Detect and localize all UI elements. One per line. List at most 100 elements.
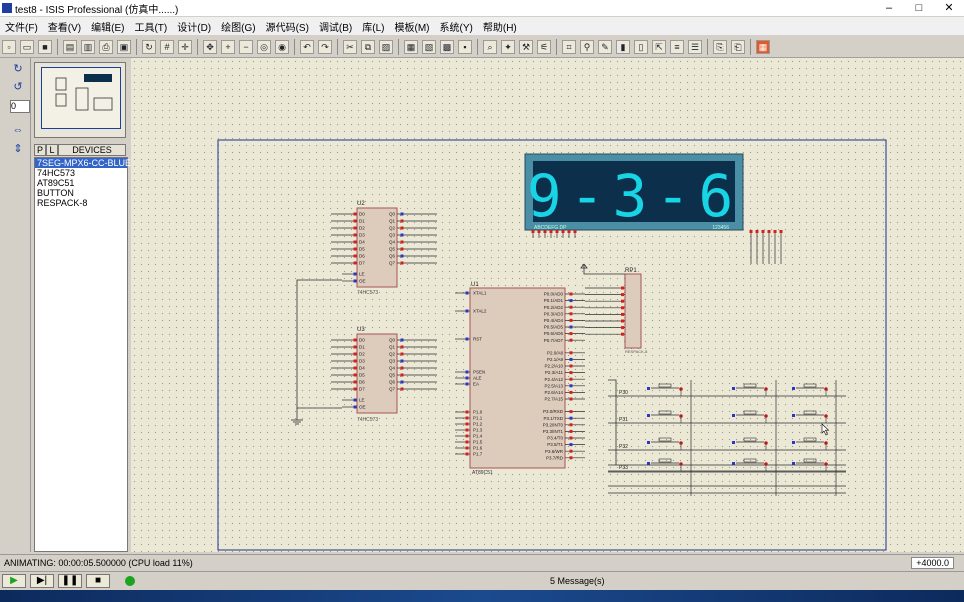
wire-autorouter-icon[interactable]: ⌗	[562, 40, 576, 54]
device-item[interactable]: AT89C51	[35, 178, 127, 188]
property-assign-icon[interactable]: ✎	[598, 40, 612, 54]
latch-output-pin-state	[400, 254, 404, 258]
pick-device-icon[interactable]: ⌕	[483, 40, 497, 54]
undo-icon[interactable]: ↶	[300, 40, 314, 54]
resistor-pack-rp1[interactable]: RP1 RESPACK-8	[624, 268, 648, 354]
toolbar-divider	[398, 39, 399, 55]
latch-output-pin-label: Q1	[389, 345, 396, 350]
block-move-icon[interactable]: ▧	[422, 40, 436, 54]
u1-left-pin-state	[465, 337, 469, 341]
display-segment-pin-state	[549, 230, 553, 233]
search-icon[interactable]: ⚲	[580, 40, 594, 54]
rotation-angle-field[interactable]: 0	[10, 100, 30, 113]
zoom-all-icon[interactable]: ◎	[257, 40, 271, 54]
pause-button[interactable]: ❚❚	[58, 574, 82, 588]
close-button[interactable]: ✕	[934, 0, 964, 16]
netlist-icon[interactable]: ⎘	[713, 40, 727, 54]
zoom-area-icon[interactable]: ◉	[275, 40, 289, 54]
toolbar-divider	[707, 39, 708, 55]
stop-button[interactable]: ■	[86, 574, 110, 588]
display-segment-pin-state	[573, 230, 577, 233]
redo-icon[interactable]: ↷	[318, 40, 332, 54]
save-icon[interactable]: ■	[38, 40, 52, 54]
device-item[interactable]: RESPACK-8	[35, 198, 127, 208]
bom-icon[interactable]: ≡	[670, 40, 684, 54]
menu-graph[interactable]: 绘图(G)	[216, 19, 260, 34]
menu-design[interactable]: 设计(D)	[172, 19, 216, 34]
grid-icon[interactable]: #	[160, 40, 174, 54]
cut-icon[interactable]: ✂	[343, 40, 357, 54]
library-manager-tab[interactable]: L	[46, 144, 58, 156]
ares-icon[interactable]: ⎗	[731, 40, 745, 54]
keypad-matrix[interactable]: P30 P31 P32 P33	[608, 380, 846, 496]
zoom-out-icon[interactable]: −	[239, 40, 253, 54]
overview-viewport[interactable]	[41, 67, 121, 129]
latch-control-pin-state	[353, 279, 357, 283]
latch-input-pin-state	[353, 366, 357, 370]
import-icon[interactable]: ▤	[63, 40, 77, 54]
menu-library[interactable]: 库(L)	[357, 19, 389, 34]
menu-template[interactable]: 模板(M)	[390, 19, 435, 34]
coordinate-readout: +4000.0	[911, 557, 954, 569]
latch-output-pin-state	[400, 212, 404, 216]
device-item[interactable]: 74HC573	[35, 168, 127, 178]
seven-segment-display[interactable]: 9-3-6 ABCDEFG DP 123456	[524, 153, 744, 231]
exit-to-parent-icon[interactable]: ⇱	[652, 40, 666, 54]
menu-file[interactable]: 文件(F)	[0, 19, 43, 34]
refresh-icon[interactable]: ↻	[142, 40, 156, 54]
minimize-button[interactable]: –	[874, 0, 904, 16]
pcb-icon[interactable]: ▦	[756, 40, 770, 54]
step-button[interactable]: ▶|	[30, 574, 54, 588]
device-item[interactable]: BUTTON	[35, 188, 127, 198]
paste-icon[interactable]: ▨	[379, 40, 393, 54]
block-delete-icon[interactable]: ▪	[458, 40, 472, 54]
new-file-icon[interactable]: ▫	[2, 40, 16, 54]
remove-sheet-icon[interactable]: ▯	[634, 40, 648, 54]
menu-view[interactable]: 查看(V)	[43, 19, 86, 34]
play-button[interactable]: ▶	[2, 574, 26, 588]
block-copy-icon[interactable]: ▦	[404, 40, 418, 54]
display-segment-pin-state	[531, 230, 535, 233]
mirror-vertical-icon[interactable]: ⇕	[10, 142, 26, 156]
print-icon[interactable]: ⎙	[99, 40, 113, 54]
decompose-icon[interactable]: ⚟	[537, 40, 551, 54]
u1-left-pin-state	[465, 434, 469, 438]
new-sheet-icon[interactable]: ▮	[616, 40, 630, 54]
menu-system[interactable]: 系统(Y)	[435, 19, 478, 34]
maximize-button[interactable]: □	[904, 0, 934, 16]
keypad-button-cap	[803, 458, 817, 463]
latch-input-pin-state	[353, 226, 357, 230]
make-device-icon[interactable]: ✦	[501, 40, 515, 54]
u1-right-pin-label: P0.5/AD5	[544, 325, 564, 330]
menu-help[interactable]: 帮助(H)	[478, 19, 522, 34]
zoom-in-icon[interactable]: +	[221, 40, 235, 54]
rotate-cw-icon[interactable]: ↻	[10, 62, 26, 76]
overview-window[interactable]	[34, 62, 126, 138]
erc-report-icon[interactable]: ☰	[688, 40, 702, 54]
open-file-icon[interactable]: ▭	[20, 40, 34, 54]
device-item[interactable]: 7SEG-MPX6-CC-BLUE	[35, 158, 131, 168]
schematic-canvas[interactable]: 9-3-6 ABCDEFG DP 123456 U2 74HC573 D0 D1 D…	[131, 58, 964, 552]
rotate-ccw-icon[interactable]: ↺	[10, 80, 26, 94]
toolbar-divider	[57, 39, 58, 55]
latch-output-pin-label: Q1	[389, 219, 396, 224]
menu-edit[interactable]: 编辑(E)	[86, 19, 129, 34]
menu-tools[interactable]: 工具(T)	[129, 19, 172, 34]
pan-icon[interactable]: ✥	[203, 40, 217, 54]
mirror-horizontal-icon[interactable]: ⇔	[10, 124, 26, 138]
origin-icon[interactable]: ✛	[178, 40, 192, 54]
message-count[interactable]: 5 Message(s)	[550, 576, 605, 586]
menu-source[interactable]: 源代码(S)	[261, 19, 314, 34]
block-rotate-icon[interactable]: ▩	[440, 40, 454, 54]
latch-input-pin-state	[353, 345, 357, 349]
packaging-icon[interactable]: ⚒	[519, 40, 533, 54]
export-icon[interactable]: ▥	[81, 40, 95, 54]
latch-output-pin-state	[400, 233, 404, 237]
print-area-icon[interactable]: ▣	[117, 40, 131, 54]
menu-debug[interactable]: 调试(B)	[314, 19, 357, 34]
simulation-controls: ▶ ▶| ❚❚ ■ 5 Message(s)	[0, 571, 964, 591]
pick-devices-tab[interactable]: P	[34, 144, 46, 156]
u1-right-pin-state	[569, 377, 573, 381]
u1-left-pin-label: EA	[473, 382, 479, 387]
copy-icon[interactable]: ⧉	[361, 40, 375, 54]
